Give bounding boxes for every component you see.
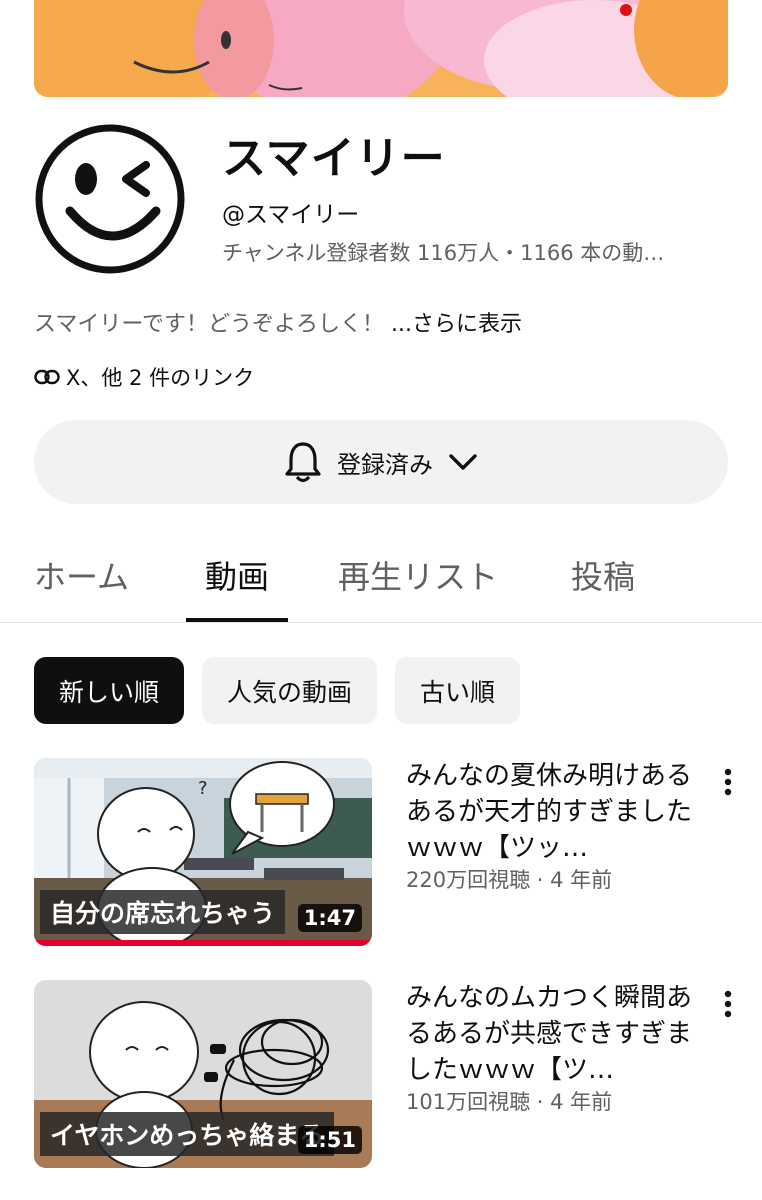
active-tab-indicator [186, 618, 288, 622]
chevron-down-icon [449, 454, 477, 470]
video-thumbnail[interactable]: イヤホンめっちゃ絡まる 1:51 [34, 980, 372, 1168]
channel-tabs: ホーム 動画 再生リスト 投稿 [0, 540, 762, 623]
chip-popular[interactable]: 人気の動画 [202, 657, 378, 724]
thumbnail-caption: 自分の席忘れちゃう [40, 890, 286, 934]
links-label: X、他 2 件のリンク [66, 366, 255, 390]
description-text: スマイリーです！どうぞよろしく！ [34, 312, 385, 337]
winking-smiley-icon [35, 124, 185, 274]
video-meta: 220万回視聴 · 4 年前 [406, 868, 613, 892]
video-meta: 101万回視聴 · 4 年前 [406, 1090, 613, 1114]
channel-banner [34, 0, 728, 97]
video-item[interactable]: イヤホンめっちゃ絡まる 1:51 みんなのムカつく瞬間あるあるが共感できすぎまし… [34, 980, 732, 1168]
channel-name: スマイリー [222, 133, 446, 184]
video-title[interactable]: みんなの夏休み明けあるあるが天才的すぎましたｗｗｗ【ツッ… [406, 758, 696, 866]
video-thumbnail[interactable]: ? 自分の席忘れちゃう 1:47 [34, 758, 372, 946]
video-duration: 1:47 [297, 904, 362, 932]
chip-oldest[interactable]: 古い順 [395, 657, 521, 724]
bell-icon [285, 442, 321, 483]
more-options-icon[interactable] [716, 988, 740, 1020]
watch-progress-bar [34, 940, 372, 946]
tab-playlists[interactable]: 再生リスト [338, 552, 498, 598]
subscribed-label: 登録済み [337, 450, 433, 479]
link-icon [34, 369, 60, 385]
svg-text:?: ? [198, 778, 208, 799]
tab-home[interactable]: ホーム [34, 552, 129, 598]
channel-description[interactable]: スマイリーです！どうぞよろしく！ ...さらに表示 [34, 306, 522, 338]
thumbnail-caption: イヤホンめっちゃ絡まる [40, 1112, 335, 1156]
balloon-banner-image [34, 0, 728, 97]
tab-posts[interactable]: 投稿 [571, 552, 635, 598]
more-options-icon[interactable] [716, 766, 740, 798]
video-duration: 1:51 [297, 1126, 362, 1154]
tab-videos[interactable]: 動画 [205, 552, 269, 598]
sort-chips: 新しい順 人気の動画 古い順 [34, 657, 521, 724]
channel-handle: @スマイリー [222, 202, 360, 228]
show-more-link[interactable]: ...さらに表示 [391, 312, 522, 337]
channel-links[interactable]: X、他 2 件のリンク [34, 362, 254, 392]
chip-newest[interactable]: 新しい順 [34, 657, 185, 724]
video-item[interactable]: ? 自分の席忘れちゃう 1:47 みんなの夏休み明けあるあるが天才的すぎましたｗ… [34, 758, 732, 946]
subscribed-button[interactable]: 登録済み [34, 420, 728, 504]
channel-stats: チャンネル登録者数 116万人・1166 本の動… [222, 241, 665, 265]
video-title[interactable]: みんなのムカつく瞬間あるあるが共感できすぎましたｗｗｗ【ツ… [406, 980, 696, 1088]
channel-avatar[interactable] [34, 123, 186, 275]
